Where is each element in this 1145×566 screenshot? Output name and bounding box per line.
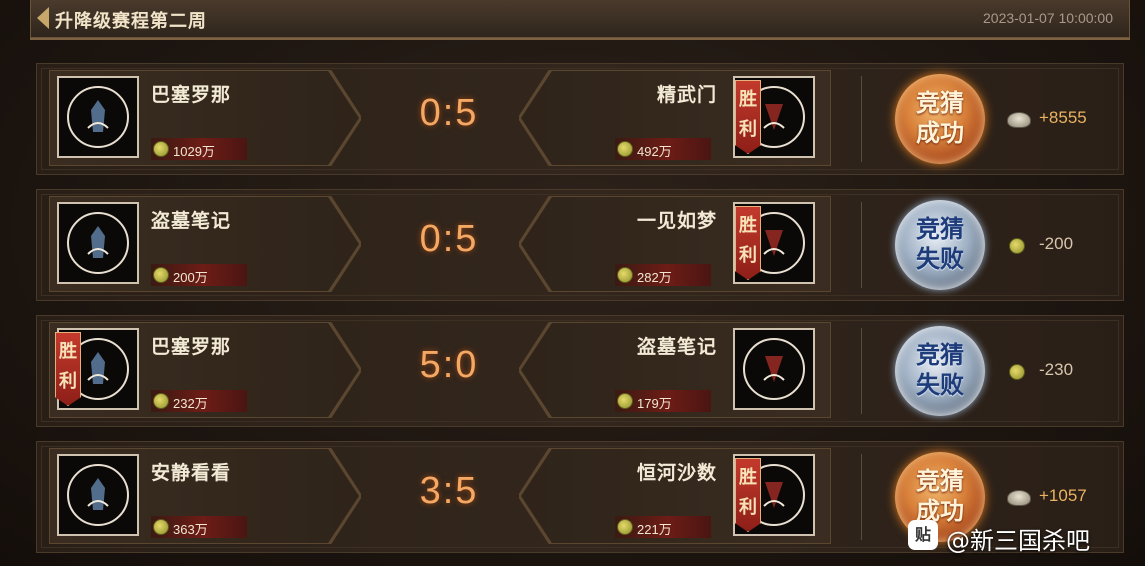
team-emblem-icon (87, 226, 109, 258)
gold-coin-icon (617, 519, 633, 535)
match-score: 5:0 (419, 344, 479, 386)
left-team-name: 安静看看 (151, 462, 232, 484)
left-team-funds: 200万 (151, 264, 247, 286)
team-emblem-icon (763, 356, 785, 382)
left-team-name: 巴塞罗那 (151, 84, 232, 106)
left-team-funds-value: 232万 (173, 396, 208, 411)
right-team-name: 一见如梦 (636, 210, 717, 232)
gold-coin-icon (1009, 238, 1025, 254)
team-emblem-icon (763, 230, 785, 256)
left-team-funds-value: 200万 (173, 270, 208, 285)
back-arrow-icon[interactable] (37, 7, 49, 29)
medal-text-line2: 失败 (916, 244, 964, 273)
gold-coin-icon (617, 141, 633, 157)
row-divider (861, 76, 862, 162)
right-team-funds-value: 282万 (637, 270, 672, 285)
page-title: 升降级赛程第二周 (55, 11, 207, 32)
header-divider (30, 38, 1130, 40)
gold-coin-icon (153, 519, 169, 535)
left-team-logo[interactable] (57, 76, 139, 158)
guess-result-medal: 竞猜 成功 (895, 74, 985, 164)
win-tag: 胜利 (735, 206, 761, 280)
silver-ingot-icon (1007, 490, 1031, 506)
watermark: 贴 @新三国杀吧 (908, 518, 1138, 555)
guess-result-medal: 竞猜 失败 (895, 326, 985, 416)
left-team-name: 盗墓笔记 (151, 210, 232, 232)
medal-text-line1: 竞猜 (916, 466, 964, 495)
left-team-funds-value: 1029万 (173, 144, 215, 159)
row-divider (861, 454, 862, 540)
left-team-funds: 232万 (151, 390, 247, 412)
match-score: 0:5 (419, 92, 479, 134)
medal-text-line2: 成功 (916, 118, 964, 147)
medal-text-line1: 竞猜 (916, 340, 964, 369)
match-row[interactable]: 盗墓笔记 200万 0:5 一见如梦 282万 胜利 竞猜 失败 -200 (36, 189, 1124, 301)
match-row[interactable]: 巴塞罗那 1029万 0:5 精武门 492万 胜利 竞猜 成功 +8555 (36, 63, 1124, 175)
match-score: 0:5 (419, 218, 479, 260)
right-team-name: 盗墓笔记 (636, 336, 717, 358)
tieba-badge-icon: 贴 (908, 520, 938, 550)
watermark-text: @新三国杀吧 (946, 527, 1090, 555)
right-team-funds: 179万 (615, 390, 711, 412)
left-team-name: 巴塞罗那 (151, 336, 232, 358)
gold-coin-icon (153, 141, 169, 157)
win-tag: 胜利 (735, 458, 761, 532)
gold-coin-icon (153, 267, 169, 283)
reward-amount: -230 (1039, 360, 1074, 379)
left-team-logo[interactable] (57, 202, 139, 284)
reward-amount: -200 (1039, 234, 1074, 253)
left-team-logo[interactable] (57, 454, 139, 536)
right-team-funds: 492万 (615, 138, 711, 160)
match-score: 3:5 (419, 470, 479, 512)
header-bar: 升降级赛程第二周 2023-01-07 10:00:00 (30, 0, 1130, 38)
gold-coin-icon (153, 393, 169, 409)
right-team-funds-value: 221万 (637, 522, 672, 537)
team-emblem-icon (763, 482, 785, 508)
team-emblem-icon (87, 100, 109, 132)
gold-coin-icon (617, 267, 633, 283)
gold-coin-icon (617, 393, 633, 409)
silver-ingot-icon (1007, 112, 1031, 128)
win-tag: 胜利 (55, 332, 81, 406)
guess-result-medal: 竞猜 失败 (895, 200, 985, 290)
medal-text-line1: 竞猜 (916, 88, 964, 117)
reward-amount: +1057 (1039, 486, 1087, 505)
right-team-funds: 221万 (615, 516, 711, 538)
medal-text-line1: 竞猜 (916, 214, 964, 243)
left-team-funds: 363万 (151, 516, 247, 538)
row-divider (861, 328, 862, 414)
win-tag: 胜利 (735, 80, 761, 154)
right-team-logo[interactable] (733, 328, 815, 410)
team-emblem-icon (87, 478, 109, 510)
team-emblem-icon (763, 104, 785, 130)
left-team-funds: 1029万 (151, 138, 247, 160)
gold-coin-icon (1009, 364, 1025, 380)
team-emblem-icon (87, 352, 109, 384)
row-divider (861, 202, 862, 288)
schedule-datetime: 2023-01-07 10:00:00 (983, 10, 1113, 26)
right-team-funds-value: 179万 (637, 396, 672, 411)
match-row[interactable]: 胜利 巴塞罗那 232万 5:0 盗墓笔记 179万 竞猜 失败 -230 (36, 315, 1124, 427)
right-team-name: 恒河沙数 (636, 462, 717, 484)
left-team-funds-value: 363万 (173, 522, 208, 537)
right-team-funds-value: 492万 (637, 144, 672, 159)
right-team-name: 精武门 (656, 84, 717, 106)
right-team-funds: 282万 (615, 264, 711, 286)
medal-text-line2: 失败 (916, 370, 964, 399)
reward-amount: +8555 (1039, 108, 1087, 127)
